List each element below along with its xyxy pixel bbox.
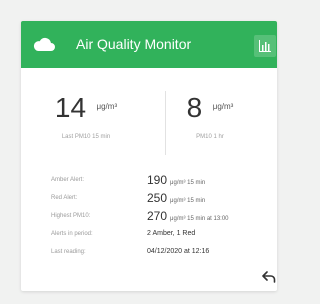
- row-text: 04/12/2020 at 12:16: [147, 248, 210, 255]
- row-value: 270: [147, 209, 168, 223]
- row-suffix: μg/m³ 15 min: [170, 198, 206, 204]
- list-item-highest-pm10: Highest PM10: 270 μg/m³ 15 min at 13:00: [33, 209, 269, 227]
- list-item-amber-alert: Amber Alert: 190 μg/m³ 15 min: [33, 173, 269, 191]
- metric-value: 8: [186, 92, 203, 123]
- row-label: Last reading:: [51, 249, 86, 255]
- row-text: 2 Amber, 1 Red: [147, 230, 196, 237]
- list-item-last-reading: Last reading: 04/12/2020 at 12:16: [33, 245, 269, 263]
- row-value: 250: [147, 191, 168, 205]
- cloud-icon: [33, 37, 55, 51]
- list-item-red-alert: Red Alert: 250 μg/m³ 15 min: [33, 191, 269, 209]
- row-label: Red Alert:: [51, 195, 78, 201]
- chart-button[interactable]: [254, 35, 276, 57]
- row-suffix: μg/m³ 15 min at 13:00: [170, 216, 229, 222]
- page-title: Air Quality Monitor: [76, 36, 192, 52]
- metric-value: 14: [54, 92, 87, 123]
- metric-label: Last PM10 15 min: [61, 134, 111, 140]
- row-label: Amber Alert:: [51, 177, 85, 183]
- card-header: Air Quality Monitor: [21, 21, 277, 68]
- back-arrow-icon[interactable]: [262, 271, 276, 283]
- air-quality-card: Air Quality Monitor 14 μg/m³ Last PM10 1…: [21, 21, 277, 291]
- row-label: Highest PM10:: [51, 213, 91, 219]
- row-label: Alerts in period:: [51, 231, 93, 237]
- details-list: Amber Alert: 190 μg/m³ 15 min Red Alert: …: [33, 173, 269, 263]
- metric-unit: μg/m³: [212, 102, 234, 111]
- row-suffix: μg/m³ 15 min: [170, 180, 206, 186]
- list-item-alerts-period: Alerts in period: 2 Amber, 1 Red: [33, 227, 269, 245]
- pm10-15min-metric: 14 μg/m³ Last PM10 15 min: [31, 92, 141, 162]
- metric-unit: μg/m³: [96, 102, 118, 111]
- pm10-1hr-metric: 8 μg/m³ PM10 1 hr: [151, 92, 269, 162]
- bar-chart-icon: [259, 40, 271, 52]
- metric-label: PM10 1 hr: [196, 134, 224, 140]
- row-value: 190: [147, 173, 168, 187]
